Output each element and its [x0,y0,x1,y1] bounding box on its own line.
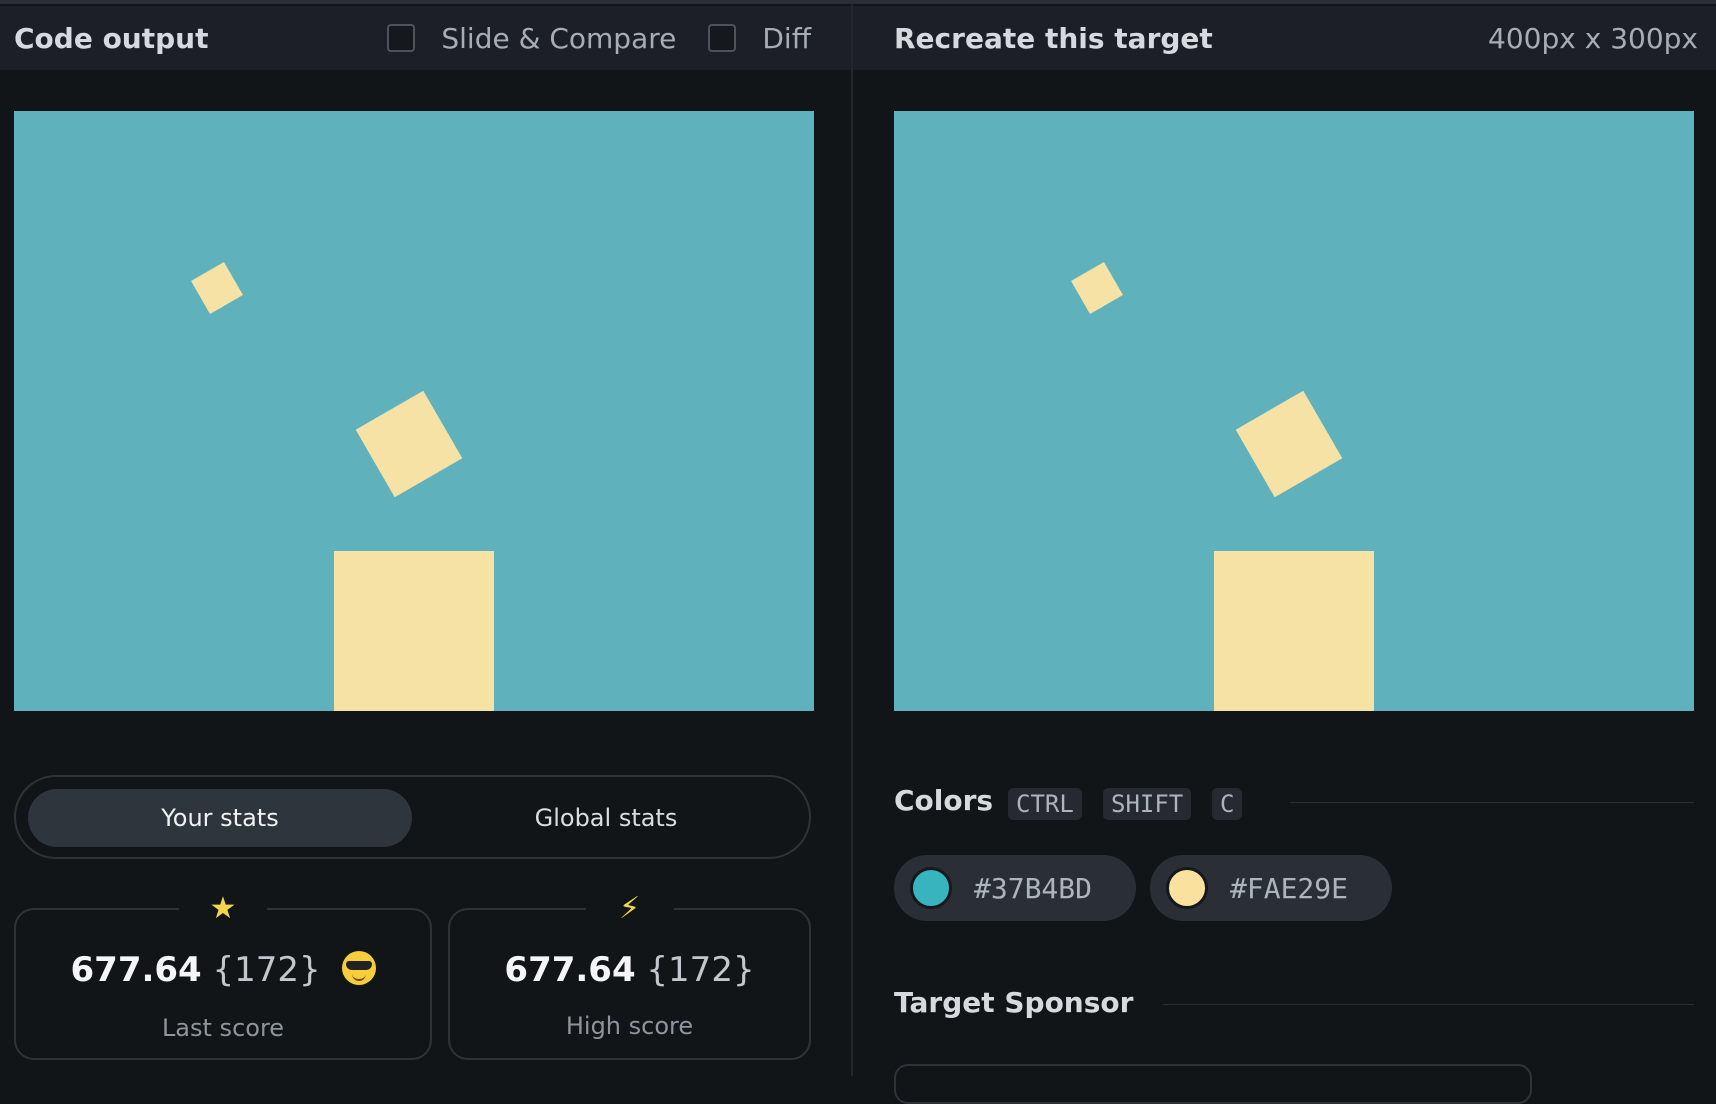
slide-compare-checkbox[interactable] [387,24,416,52]
small-square [1071,262,1123,314]
code-output-header: Code output Slide & Compare Diff [0,6,851,70]
last-score-card: ★ 677.64 {172} Last score [14,888,432,1060]
sponsor-card[interactable] [894,1064,1532,1104]
medium-square [1235,390,1343,498]
last-score-value: 677.64 [70,950,202,990]
high-score-value: 677.64 [504,950,636,990]
bottom-block [334,551,494,711]
lightning-icon: ⚡ [585,888,674,928]
color-dot [910,867,952,909]
slide-compare-label[interactable]: Slide & Compare [441,22,676,55]
shortcut-key-ctrl: CTRL [1008,788,1082,820]
global-stats-tab[interactable]: Global stats [414,789,798,847]
target-dimensions: 400px x 300px [1488,21,1698,55]
shortcut-key-c: C [1212,788,1243,820]
high-score-chars: {172} [646,950,755,990]
high-score-line: 677.64 {172} [450,950,809,990]
high-score-label: High score [565,1012,694,1040]
color-hex: #FAE29E [1230,871,1349,905]
medium-square [355,390,463,498]
high-score-card: ⚡ 677.64 {172} High score [448,888,811,1060]
target-canvas [894,111,1694,711]
colors-divider [1290,802,1694,803]
your-stats-tab[interactable]: Your stats [28,789,412,847]
stats-toggle: Your stats Global stats [14,775,811,859]
color-hex: #37B4BD [974,871,1093,905]
target-sponsor-title: Target Sponsor [894,986,1134,1019]
shortcut-key-shift: SHIFT [1103,788,1192,820]
diff-label[interactable]: Diff [762,22,811,55]
color-swatch-cream[interactable]: #FAE29E [1150,855,1392,921]
code-output-canvas[interactable] [14,111,814,711]
target-title: Recreate this target [894,21,1213,55]
sponsor-divider [1163,1004,1694,1005]
diff-checkbox[interactable] [708,24,737,52]
bottom-block [1214,551,1374,711]
sunglasses-emoji-icon [341,951,376,985]
small-square [191,262,243,314]
last-score-line: 677.64 {172} [16,950,430,990]
star-icon: ★ [179,888,267,928]
target-header: Recreate this target 400px x 300px [853,6,1716,70]
top-border [0,0,1716,4]
panel-divider [851,4,853,1076]
last-score-label: Last score [161,1014,285,1042]
color-swatch-teal[interactable]: #37B4BD [894,855,1136,921]
colors-title: Colors [894,784,994,817]
color-dot [1166,867,1208,909]
last-score-chars: {172} [212,950,321,990]
code-output-title: Code output [14,21,209,55]
